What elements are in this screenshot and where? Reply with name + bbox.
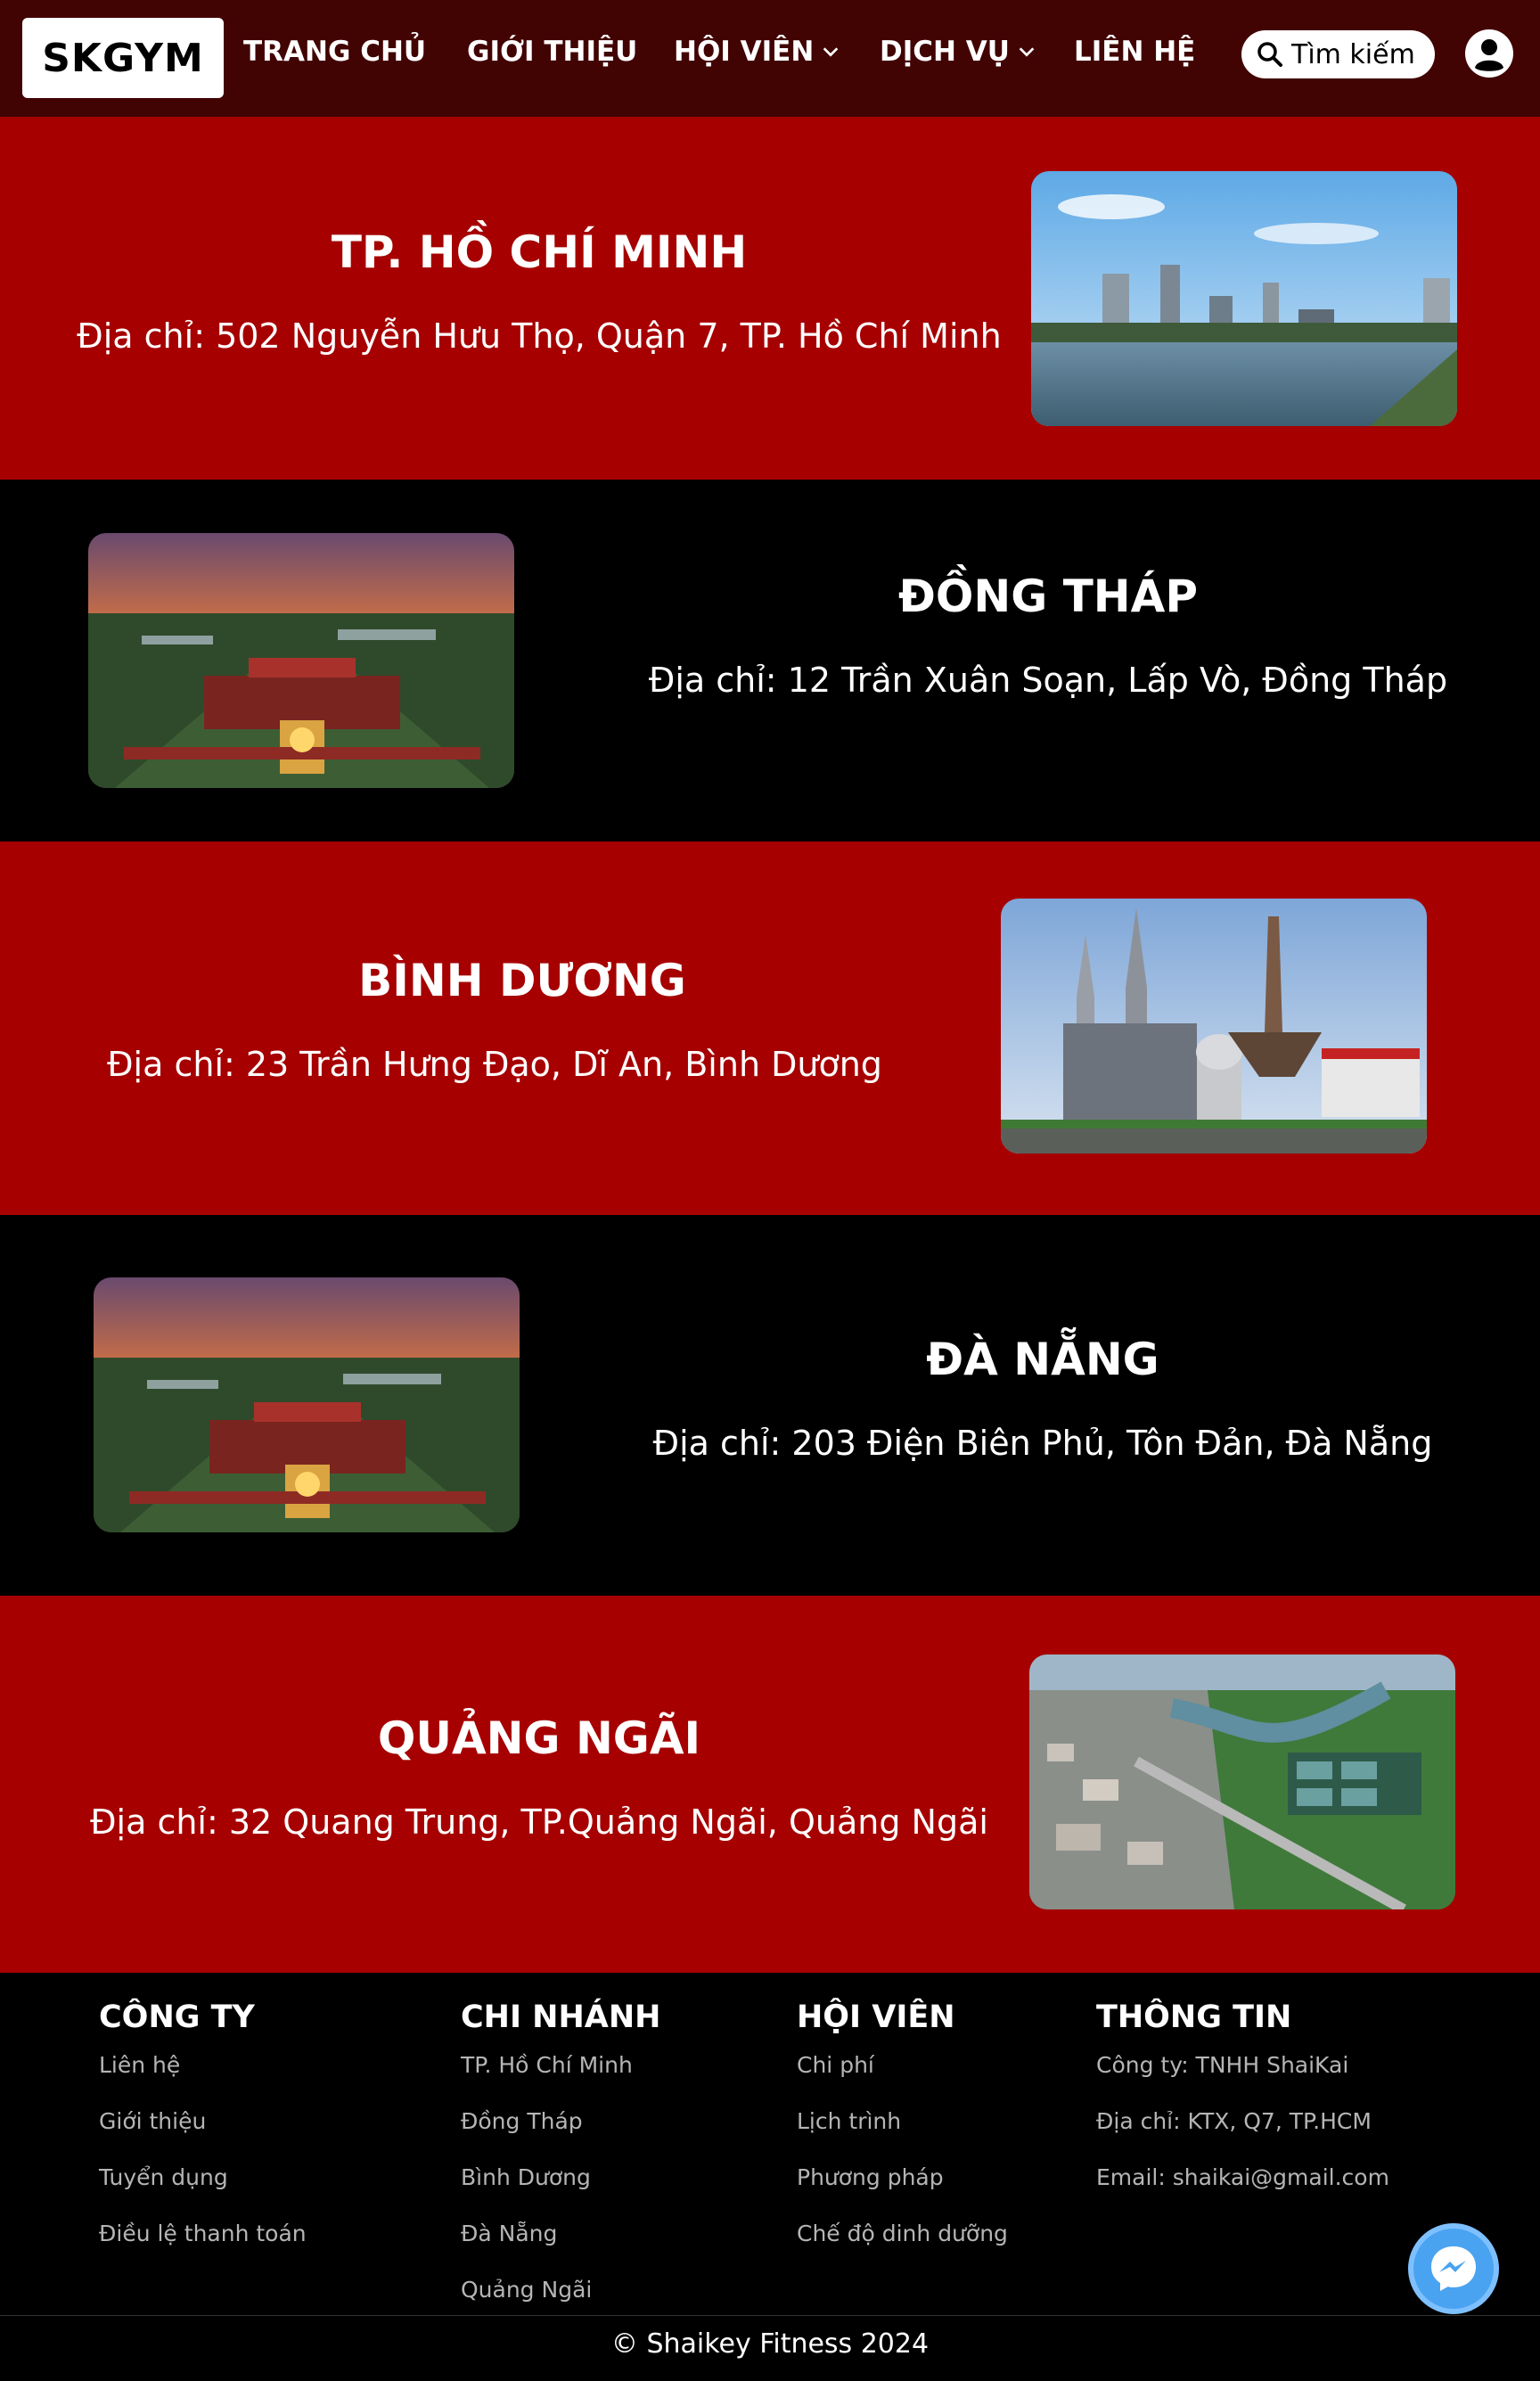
footer-link[interactable]: Chi phí (797, 2052, 874, 2078)
branch-title: TP. HỒ CHÍ MINH (331, 226, 748, 278)
nav-contact[interactable]: LIÊN HỆ (1074, 36, 1195, 68)
branch-title: ĐÀ NẴNG (926, 1334, 1159, 1385)
search-button[interactable]: Tìm kiếm (1241, 30, 1435, 78)
logo[interactable]: SKGYM (22, 18, 224, 98)
copyright: © Shaikey Fitness 2024 (610, 2328, 930, 2360)
nav-about-label: GIỚI THIỆU (467, 36, 638, 68)
footer-link[interactable]: Lịch trình (797, 2108, 901, 2134)
chevron-down-icon (823, 47, 839, 57)
messenger-icon (1431, 2246, 1476, 2291)
footer-link[interactable]: Đà Nẵng (461, 2221, 557, 2246)
chevron-down-icon (1019, 47, 1035, 57)
branch-photo-hcm (1031, 171, 1457, 426)
footer-info-text: Địa chỉ: KTX, Q7, TP.HCM (1096, 2108, 1372, 2134)
footer-info-text: Email: shaikai@gmail.com (1096, 2164, 1389, 2190)
nav-members[interactable]: HỘI VIÊN (674, 36, 840, 68)
branch-photo-dong-thap (88, 533, 514, 788)
nav-home-label: TRANG CHỦ (243, 36, 427, 68)
footer-link[interactable]: Chế độ dinh dưỡng (797, 2221, 1008, 2246)
branch-photo-quang-ngai (1029, 1654, 1455, 1909)
nav-about[interactable]: GIỚI THIỆU (467, 36, 637, 68)
branch-address: Địa chỉ: 502 Nguyễn Hưu Thọ, Quận 7, TP.… (77, 316, 1002, 356)
branch-photo-binh-duong (1001, 899, 1427, 1154)
branch-title: QUẢNG NGÃI (377, 1712, 701, 1764)
branch-photo-da-nang (94, 1277, 520, 1532)
branch-title: BÌNH DƯƠNG (358, 955, 686, 1006)
branch-address: Địa chỉ: 12 Trần Xuân Soạn, Lấp Vò, Đồng… (648, 661, 1448, 700)
nav-contact-label: LIÊN HỆ (1074, 36, 1196, 68)
nav-services-label: DỊCH VỤ (880, 36, 1010, 68)
nav-services[interactable]: DỊCH VỤ (880, 36, 1036, 68)
branch-address: Địa chỉ: 203 Điện Biên Phủ, Tôn Đản, Đà … (652, 1424, 1433, 1463)
branch-title: ĐỒNG THÁP (898, 571, 1198, 622)
footer-link[interactable]: TP. Hồ Chí Minh (461, 2052, 633, 2078)
footer-link[interactable]: Liên hệ (99, 2052, 180, 2078)
footer-link[interactable]: Điều lệ thanh toán (99, 2221, 307, 2246)
footer-heading-company: CÔNG TY (99, 1999, 255, 2035)
nav-members-label: HỘI VIÊN (674, 36, 815, 68)
branch-address: Địa chỉ: 32 Quang Trung, TP.Quảng Ngãi, … (90, 1802, 988, 1842)
footer-link[interactable]: Giới thiệu (99, 2108, 206, 2134)
user-icon[interactable] (1464, 29, 1514, 78)
footer-link[interactable]: Đồng Tháp (461, 2108, 583, 2134)
site-header: SKGYM TRANG CHỦ GIỚI THIỆU HỘI VIÊN DỊCH… (0, 0, 1540, 117)
messenger-button[interactable] (1408, 2223, 1499, 2314)
footer-link[interactable]: Bình Dương (461, 2164, 591, 2190)
branch-address: Địa chỉ: 23 Trần Hưng Đạo, Dĩ An, Bình D… (107, 1045, 882, 1084)
footer-link[interactable]: Phương pháp (797, 2164, 944, 2190)
footer-heading-branches: CHI NHÁNH (461, 1999, 661, 2035)
search-icon (1257, 42, 1282, 67)
footer-link[interactable]: Quảng Ngãi (461, 2277, 592, 2303)
footer-heading-members: HỘI VIÊN (797, 1999, 955, 2035)
footer-info-text: Công ty: TNHH ShaiKai (1096, 2052, 1349, 2078)
footer-heading-info: THÔNG TIN (1096, 1999, 1292, 2035)
nav-home[interactable]: TRANG CHỦ (243, 36, 426, 68)
footer-divider (0, 2315, 1540, 2316)
footer-link[interactable]: Tuyển dụng (99, 2164, 228, 2190)
search-label: Tìm kiếm (1291, 38, 1415, 70)
